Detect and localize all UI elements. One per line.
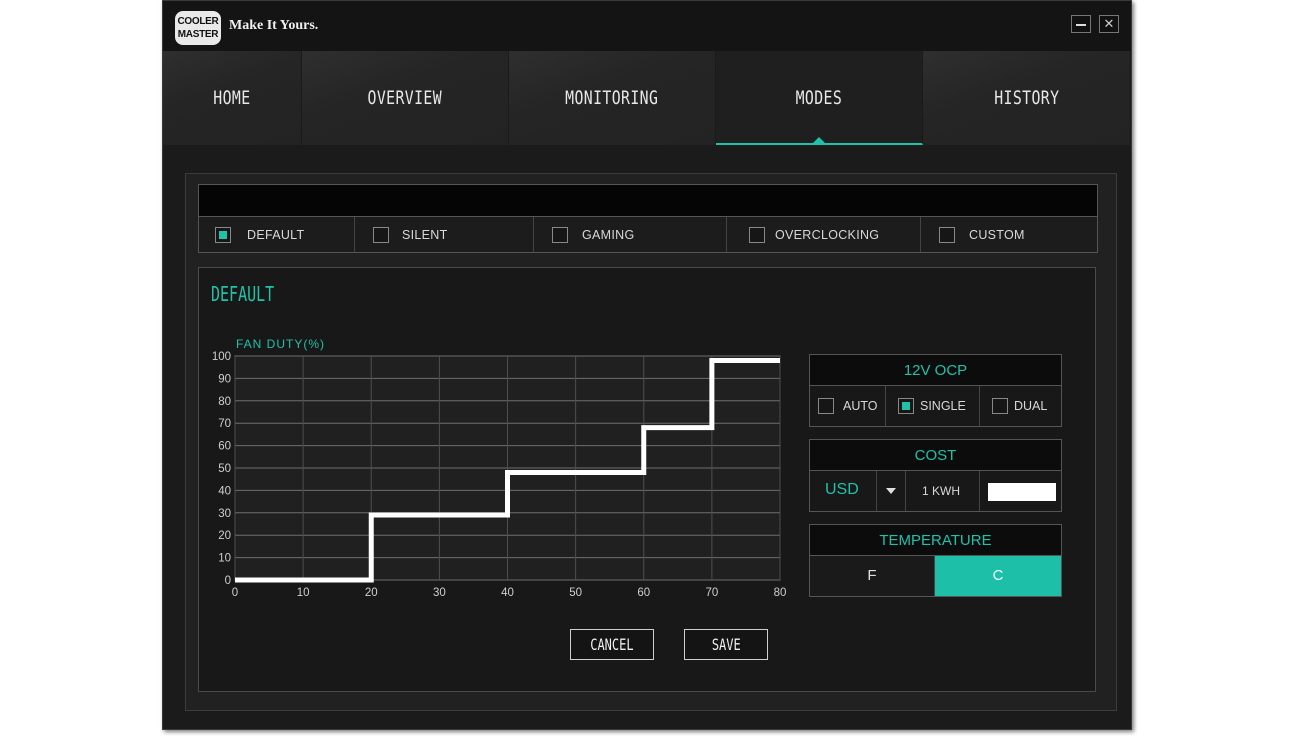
tab-label: HOME [213,87,251,109]
minimize-button[interactable] [1071,15,1091,33]
cost-field-cell [980,471,1061,511]
x-tick-label: 40 [501,587,514,599]
y-tick-label: 30 [218,508,231,520]
x-tick-label: 10 [297,587,310,599]
mode-label: GAMING [582,228,635,242]
ocp-dual[interactable]: DUAL [980,386,1061,426]
ocp-single[interactable]: SINGLE [886,386,980,426]
mode-label: OVERCLOCKING [775,228,880,242]
save-button[interactable]: SAVE [684,629,768,660]
checkbox-icon [939,227,955,243]
close-icon: ✕ [1103,16,1115,31]
tab-label: MONITORING [565,87,659,109]
checkbox-icon [992,398,1008,414]
ocp-option-label: AUTO [843,399,878,413]
temperature-box: TEMPERATURE F C [809,524,1062,597]
mode-default[interactable]: DEFAULT [199,217,355,252]
tab-label: OVERVIEW [367,87,443,109]
currency-value: USD [825,481,859,498]
chevron-down-icon [886,488,896,494]
cost-unit: 1 KWH [906,471,980,511]
panel-title: DEFAULT [211,282,295,306]
y-tick-label: 100 [212,351,231,363]
main-nav: HOME OVERVIEW MONITORING MODES HISTORY [163,51,1131,145]
mode-gaming[interactable]: GAMING [534,217,727,252]
modes-content: DEFAULT SILENT GAMING OVERCLOCKING CUSTO… [185,173,1117,711]
checkbox-icon [552,227,568,243]
tab-label: MODES [795,87,843,109]
temperature-options: F C [810,556,1061,596]
cost-title: COST [810,440,1061,471]
y-tick-label: 80 [218,396,231,408]
tab-label: HISTORY [993,87,1060,109]
ocp-option-label: DUAL [1014,399,1048,413]
y-tick-label: 10 [218,553,231,565]
checkbox-icon [818,398,834,414]
x-tick-label: 70 [705,587,718,599]
ocp-option-label: SINGLE [920,399,966,413]
ocp-options: AUTO SINGLE DUAL [810,386,1061,426]
mode-label: DEFAULT [247,228,305,242]
y-tick-label: 40 [218,485,231,497]
cost-input[interactable] [988,483,1056,501]
cooler-master-logo: COOLER MASTER [175,11,221,45]
tab-modes[interactable]: MODES [716,51,923,145]
x-tick-label: 30 [433,587,446,599]
close-button[interactable]: ✕ [1099,15,1119,33]
y-tick-label: 0 [225,575,231,587]
mode-label: SILENT [402,228,448,242]
cost-row: USD 1 KWH [810,471,1061,511]
x-tick-label: 0 [232,587,238,599]
tab-monitoring[interactable]: MONITORING [509,51,716,145]
x-tick-label: 50 [569,587,582,599]
ocp-box: 12V OCP AUTO SINGLE DUAL [809,354,1062,427]
tab-history[interactable]: HISTORY [923,51,1131,145]
y-tick-label: 50 [218,463,231,475]
x-tick-label: 80 [774,587,787,599]
x-tick-label: 20 [365,587,378,599]
y-tick-label: 60 [218,441,231,453]
checkbox-icon [749,227,765,243]
currency-select[interactable]: USD [810,471,877,511]
logo-line-1: COOLER [177,16,219,27]
minimize-icon [1076,24,1086,26]
checkbox-icon [373,227,389,243]
tab-home[interactable]: HOME [163,51,302,145]
mode-selector: DEFAULT SILENT GAMING OVERCLOCKING CUSTO… [198,216,1098,253]
modes-header-bar [198,184,1098,216]
fahrenheit-button[interactable]: F [810,556,935,596]
panel-title-text: DEFAULT [211,282,275,306]
mode-panel: DEFAULT FAN DUTY(%) 0 10 20 30 40 50 60 70 80 90 1… [198,267,1096,692]
title-bar: COOLER MASTER Make It Yours. ✕ [163,1,1131,51]
checkbox-icon [898,398,914,414]
fan-duty-chart[interactable]: 0 10 20 30 40 50 60 70 80 90 100 0 10 20 30 40 50 60 70 80 [199,348,799,608]
cancel-button[interactable]: CANCEL [570,629,654,660]
mode-silent[interactable]: SILENT [355,217,534,252]
cost-unit-label: 1 KWH [922,484,961,498]
y-tick-label: 70 [218,418,231,430]
ocp-auto[interactable]: AUTO [810,386,886,426]
ocp-title: 12V OCP [810,355,1061,386]
logo-line-2: MASTER [177,29,219,40]
save-label: SAVE [711,635,741,654]
mode-label: CUSTOM [969,228,1025,242]
celsius-button[interactable]: C [935,556,1061,596]
x-tick-label: 60 [637,587,650,599]
currency-dropdown-button[interactable] [877,471,906,511]
app-window: COOLER MASTER Make It Yours. ✕ HOME OVER… [162,0,1132,730]
tab-overview[interactable]: OVERVIEW [302,51,509,145]
slogan: Make It Yours. [229,18,319,33]
checkbox-icon [215,227,231,243]
mode-overclocking[interactable]: OVERCLOCKING [727,217,921,252]
cost-box: COST USD 1 KWH [809,439,1062,512]
mode-custom[interactable]: CUSTOM [921,217,1097,252]
y-tick-label: 90 [218,373,231,385]
temperature-title: TEMPERATURE [810,525,1061,556]
cancel-label: CANCEL [590,635,634,654]
y-tick-label: 20 [218,530,231,542]
